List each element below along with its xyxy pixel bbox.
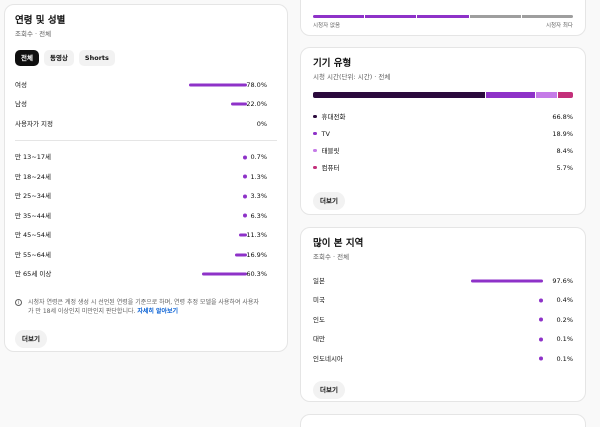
legend-dot-icon: [313, 114, 317, 119]
legend-dot-icon: [313, 165, 317, 170]
device-more-button[interactable]: 더보기: [313, 192, 345, 210]
geo-more-button[interactable]: 더보기: [313, 380, 345, 399]
chip-all[interactable]: 전체: [15, 50, 39, 66]
age-row: 만 25~34세 3.3%: [15, 187, 277, 207]
age-value: 6.3%: [250, 211, 267, 220]
device-row: 컴퓨터 5.7%: [313, 159, 573, 176]
chip-videos[interactable]: 동영상: [43, 50, 74, 66]
next-card: [300, 414, 586, 427]
device-label: 컴퓨터: [321, 163, 340, 172]
age-value: 60.3%: [246, 270, 267, 279]
filter-chips: 전체 동영상 Shorts: [15, 50, 277, 66]
device-row: 휴대전화 66.8%: [313, 108, 573, 125]
geo-row: 미국 0.4%: [313, 291, 573, 311]
device-rows: 휴대전화 66.8% TV 18.9% 태블릿 8.4% 컴퓨터 5.7%: [313, 108, 573, 176]
geo-rows: 일본 97.6% 미국 0.4% 인도 0.2% 대만 0.1% 인도네시아 0.1%: [313, 271, 573, 369]
geo-value: 0.1%: [556, 335, 573, 344]
device-type-card: 기기 유형 시청 시간(단위: 시간) · 전체 휴대전화 66.8% TV 18.9…: [300, 47, 586, 215]
geo-bar: [470, 279, 543, 283]
chip-shorts[interactable]: Shorts: [78, 50, 115, 66]
geo-title: 많이 본 지역: [313, 238, 364, 249]
device-label: 태블릿: [321, 146, 340, 155]
age-row: 만 35~44세 6.3%: [15, 206, 277, 226]
viewer-activity-card: 시청자 없음 시청자 최다: [300, 0, 586, 36]
device-subtitle: 시청 시간(단위: 시간) · 전체: [313, 73, 391, 81]
device-value: 66.8%: [552, 112, 573, 121]
age-value: 0.7%: [250, 153, 267, 162]
age-gender-subtitle: 조회수 · 전체: [15, 30, 52, 38]
device-row: 태블릿 8.4%: [313, 142, 573, 159]
device-value: 5.7%: [556, 163, 573, 172]
age-value: 1.3%: [250, 172, 267, 181]
legend-dot-icon: [313, 131, 317, 136]
device-row: TV 18.9%: [313, 125, 573, 142]
age-value: 3.3%: [250, 192, 267, 201]
age-row: 만 55~64세 16.9%: [15, 245, 277, 265]
device-value: 18.9%: [552, 129, 573, 138]
top-geographies-card: 많이 본 지역 조회수 · 전체 일본 97.6% 미국 0.4% 인도 0.2% 대만 0.…: [300, 227, 586, 402]
age-value: 11.3%: [246, 231, 267, 240]
device-stacked-bar: [313, 92, 573, 98]
geo-row: 인도네시아 0.1%: [313, 349, 573, 369]
geo-subtitle: 조회수 · 전체: [313, 253, 350, 261]
legend-dot-icon: [313, 148, 317, 153]
age-row: 만 65세 이상 60.3%: [15, 265, 277, 285]
geo-value: 0.4%: [556, 296, 573, 305]
geo-value: 0.1%: [556, 354, 573, 363]
activity-scale-bar: [313, 15, 573, 18]
geo-value: 0.2%: [556, 315, 573, 324]
device-label: 휴대전화: [321, 112, 346, 121]
scale-label-max: 시청자 최다: [545, 23, 573, 29]
gender-value: 0%: [256, 119, 267, 128]
age-row: 만 45~54세 11.3%: [15, 226, 277, 246]
age-row: 만 18~24세 1.3%: [15, 167, 277, 187]
gender-row: 여성 78.0%: [15, 75, 277, 95]
note-body: 시청자 연령은 계정 생성 시 선언된 연령을 기준으로 하며, 연령 추정 모…: [28, 298, 259, 316]
gender-value: 22.0%: [246, 100, 267, 109]
age-gender-title: 연령 및 성별: [15, 15, 66, 26]
device-segment: [535, 92, 558, 98]
device-segment: [313, 92, 486, 98]
gender-row: 남성 22.0%: [15, 95, 277, 115]
device-segment: [558, 92, 573, 98]
gender-row: 사용자가 지정 0%: [15, 114, 277, 134]
age-gender-card: 연령 및 성별 조회수 · 전체 전체 동영상 Shorts 여성 78.0% 남성…: [4, 4, 288, 352]
geo-value: 97.6%: [552, 276, 573, 285]
device-title: 기기 유형: [313, 58, 352, 69]
age-value: 16.9%: [246, 250, 267, 259]
geo-row: 인도 0.2%: [313, 310, 573, 330]
gender-value: 78.0%: [246, 80, 267, 89]
device-value: 8.4%: [556, 146, 573, 155]
age-rows: 만 13~17세 0.7% 만 18~24세 1.3% 만 25~34세 3.3% 만 35…: [15, 148, 277, 285]
geo-row: 대만 0.1%: [313, 330, 573, 350]
info-icon: i: [15, 299, 22, 306]
gender-rows: 여성 78.0% 남성 22.0% 사용자가 지정 0%: [15, 75, 277, 134]
age-row: 만 13~17세 0.7%: [15, 148, 277, 168]
divider: [15, 139, 277, 141]
age-note: i 시청자 연령은 계정 생성 시 선언된 연령을 기준으로 하며, 연령 추정…: [15, 298, 277, 316]
geo-row: 일본 97.6%: [313, 271, 573, 291]
device-segment: [486, 92, 535, 98]
age-gender-more-button[interactable]: 더보기: [15, 330, 47, 348]
learn-more-link[interactable]: 자세히 알아보기: [137, 308, 178, 315]
scale-label-min: 시청자 없음: [313, 23, 341, 29]
device-label: TV: [321, 129, 330, 138]
